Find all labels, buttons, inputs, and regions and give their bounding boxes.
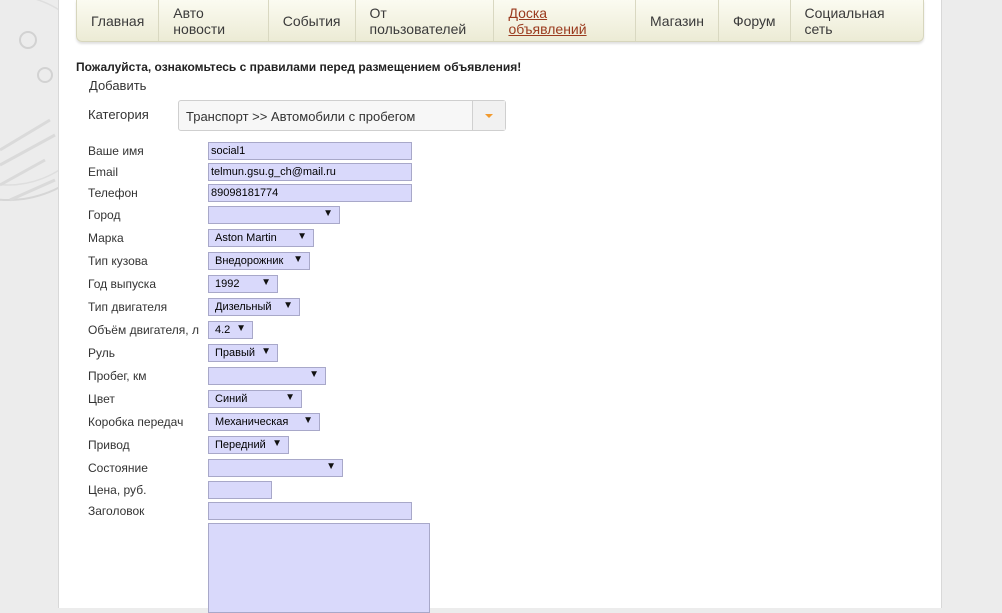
chevron-down-icon[interactable]: [472, 101, 505, 130]
email-value: telmun.gsu.g_ch@mail.ru: [211, 166, 336, 178]
dropdown-arrow-icon: ▼: [309, 369, 319, 380]
gearbox-label: Коробка передач: [88, 415, 184, 429]
phone-label: Телефон: [88, 186, 138, 200]
engine-type-value: Дизельный: [215, 301, 272, 313]
wheel-decoration: [0, 0, 60, 202]
add-heading: Добавить: [89, 78, 147, 93]
engine-volume-label: Объём двигателя, л: [88, 323, 199, 337]
drive-label: Привод: [88, 438, 130, 452]
price-label: Цена, руб.: [88, 483, 147, 497]
nav-item-events[interactable]: События: [269, 0, 356, 41]
make-select[interactable]: Aston Martin ▼: [208, 229, 314, 247]
name-input[interactable]: social1: [208, 142, 412, 160]
steering-label: Руль: [88, 346, 115, 360]
year-select[interactable]: 1992 ▼: [208, 275, 278, 293]
nav-item-social-network[interactable]: Социальная сеть: [791, 0, 923, 41]
dropdown-arrow-icon: ▼: [272, 438, 282, 449]
engine-type-select[interactable]: Дизельный ▼: [208, 298, 300, 316]
city-select[interactable]: ▼: [208, 206, 340, 224]
body-type-select[interactable]: Внедорожник ▼: [208, 252, 310, 270]
engine-volume-select[interactable]: 4.2 ▼: [208, 321, 253, 339]
dropdown-arrow-icon: ▼: [293, 254, 303, 265]
category-label: Категория: [88, 107, 149, 122]
dropdown-arrow-icon: ▼: [303, 415, 313, 426]
description-textarea[interactable]: [208, 523, 430, 613]
name-label: Ваше имя: [88, 144, 144, 158]
headline-label: Заголовок: [88, 504, 145, 518]
dropdown-arrow-icon: ▼: [297, 231, 307, 242]
headline-input[interactable]: [208, 502, 412, 520]
steering-select[interactable]: Правый ▼: [208, 344, 278, 362]
dropdown-arrow-icon: ▼: [285, 392, 295, 403]
steering-value: Правый: [215, 347, 256, 359]
dropdown-arrow-icon: ▼: [261, 346, 271, 357]
year-value: 1992: [215, 278, 240, 290]
dropdown-arrow-icon: ▼: [236, 323, 246, 334]
dropdown-arrow-icon: ▼: [261, 277, 271, 288]
gearbox-select[interactable]: Механическая ▼: [208, 413, 320, 431]
price-input[interactable]: [208, 481, 272, 499]
drive-select[interactable]: Передний ▼: [208, 436, 289, 454]
color-select[interactable]: Синий ▼: [208, 390, 302, 408]
name-value: social1: [211, 145, 246, 157]
nav-item-home[interactable]: Главная: [77, 0, 160, 41]
color-label: Цвет: [88, 392, 115, 406]
nav-item-auto-news[interactable]: Авто новости: [159, 0, 269, 41]
year-label: Год выпуска: [88, 277, 156, 291]
page-content: Главная Авто новости События От пользова…: [58, 0, 942, 613]
engine-type-label: Тип двигателя: [88, 300, 168, 314]
nav-item-forum[interactable]: Форум: [719, 0, 791, 41]
city-label: Город: [88, 208, 121, 222]
dropdown-arrow-icon: ▼: [283, 300, 293, 311]
email-input[interactable]: telmun.gsu.g_ch@mail.ru: [208, 163, 412, 181]
condition-label: Состояние: [88, 461, 148, 475]
email-label: Email: [88, 165, 119, 179]
condition-select[interactable]: ▼: [208, 459, 343, 477]
gearbox-value: Механическая: [215, 416, 289, 428]
drive-value: Передний: [215, 439, 266, 451]
phone-input[interactable]: 89098181774: [208, 184, 412, 202]
mileage-select[interactable]: ▼: [208, 367, 326, 385]
engine-volume-value: 4.2: [215, 324, 231, 336]
main-nav: Главная Авто новости События От пользова…: [76, 0, 924, 42]
phone-value: 89098181774: [211, 187, 279, 199]
dropdown-arrow-icon: ▼: [326, 461, 336, 472]
dropdown-arrow-icon: ▼: [323, 208, 333, 219]
rules-notice: Пожалуйста, ознакомьтесь с правилами пер…: [76, 60, 522, 74]
body-type-value: Внедорожник: [215, 255, 284, 267]
mileage-label: Пробег, км: [88, 369, 147, 383]
nav-item-classifieds[interactable]: Доска объявлений: [494, 0, 636, 41]
category-select[interactable]: Транспорт >> Автомобили с пробегом: [178, 100, 506, 131]
category-value: Транспорт >> Автомобили с пробегом: [186, 109, 416, 124]
body-type-label: Тип кузова: [88, 254, 148, 268]
make-value: Aston Martin: [215, 232, 277, 244]
color-value: Синий: [215, 393, 248, 405]
nav-item-shop[interactable]: Магазин: [636, 0, 719, 41]
make-label: Марка: [88, 231, 124, 245]
nav-item-from-users[interactable]: От пользователей: [356, 0, 495, 41]
